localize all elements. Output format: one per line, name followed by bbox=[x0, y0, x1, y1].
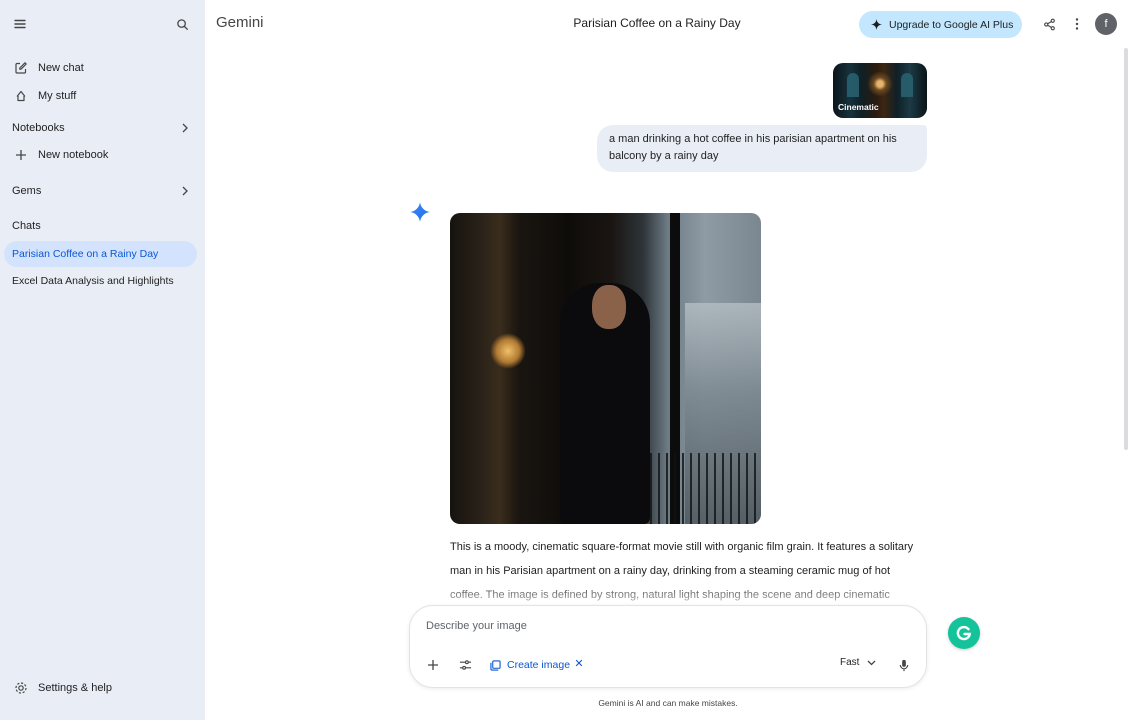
prompt-input[interactable] bbox=[426, 620, 906, 632]
user-prompt-bubble: a man drinking a hot coffee in his paris… bbox=[597, 125, 927, 172]
scrollbar-thumb[interactable] bbox=[1124, 48, 1128, 450]
chat-item-parisian-coffee[interactable]: Parisian Coffee on a Rainy Day bbox=[4, 241, 197, 267]
scrollbar[interactable] bbox=[1122, 46, 1130, 720]
prompt-box: Create image ✕ Fast bbox=[409, 605, 927, 688]
gemini-spark-icon bbox=[410, 202, 430, 227]
close-icon[interactable]: ✕ bbox=[573, 657, 585, 670]
my-stuff-label: My stuff bbox=[38, 89, 77, 102]
image-art bbox=[592, 285, 626, 329]
edit-icon bbox=[13, 60, 29, 76]
add-icon[interactable] bbox=[419, 651, 447, 679]
image-icon bbox=[490, 659, 501, 671]
settings-help-button[interactable]: Settings & help bbox=[4, 674, 196, 701]
chevron-right-icon[interactable] bbox=[178, 184, 192, 198]
response-fade bbox=[440, 580, 930, 606]
tools-icon[interactable] bbox=[451, 651, 479, 679]
plus-icon bbox=[13, 147, 29, 163]
new-chat-label: New chat bbox=[38, 61, 84, 74]
style-thumbnail-label: Cinematic bbox=[838, 102, 879, 112]
gemini-brand[interactable]: Gemini bbox=[216, 14, 264, 31]
chevron-right-icon[interactable] bbox=[178, 121, 192, 135]
stuff-icon bbox=[13, 88, 29, 104]
generated-image[interactable] bbox=[450, 213, 761, 524]
upgrade-label: Upgrade to Google AI Plus bbox=[889, 18, 1014, 31]
create-image-label: Create image bbox=[507, 659, 571, 671]
sidebar: New chat My stuff Notebooks New notebook… bbox=[0, 0, 205, 720]
settings-help-label: Settings & help bbox=[38, 681, 112, 694]
upgrade-button[interactable]: Upgrade to Google AI Plus bbox=[859, 11, 1022, 38]
share-icon[interactable] bbox=[1035, 10, 1063, 38]
create-image-chip[interactable]: Create image bbox=[490, 656, 570, 674]
image-art bbox=[490, 333, 526, 369]
new-chat-button[interactable]: New chat bbox=[4, 54, 196, 81]
avatar[interactable]: f bbox=[1095, 13, 1117, 35]
mode-selector[interactable]: Fast bbox=[840, 657, 876, 668]
chevron-down-icon bbox=[867, 660, 876, 666]
mode-label: Fast bbox=[840, 657, 860, 668]
chat-item-excel-analysis[interactable]: Excel Data Analysis and Highlights bbox=[4, 268, 197, 294]
menu-icon[interactable] bbox=[6, 10, 34, 38]
sparkle-icon bbox=[871, 19, 882, 30]
new-notebook-label: New notebook bbox=[38, 148, 109, 161]
disclaimer: Gemini is AI and can make mistakes. bbox=[598, 698, 738, 708]
gear-icon bbox=[13, 680, 29, 696]
sidebar-top bbox=[0, 0, 205, 46]
new-notebook-button[interactable]: New notebook bbox=[4, 141, 196, 168]
chat-title: Parisian Coffee on a Rainy Day bbox=[573, 16, 741, 30]
grammarly-icon[interactable] bbox=[948, 617, 980, 649]
notebooks-heading[interactable]: Notebooks bbox=[12, 122, 65, 134]
more-vert-icon[interactable] bbox=[1063, 10, 1091, 38]
thumbnail-art bbox=[847, 73, 859, 97]
search-icon[interactable] bbox=[168, 10, 196, 38]
style-thumbnail[interactable]: Cinematic bbox=[833, 63, 927, 118]
image-art bbox=[650, 453, 761, 524]
my-stuff-button[interactable]: My stuff bbox=[4, 82, 196, 109]
mic-icon[interactable] bbox=[890, 651, 918, 679]
gems-heading[interactable]: Gems bbox=[12, 185, 41, 197]
thumbnail-art bbox=[901, 73, 913, 97]
chats-heading: Chats bbox=[12, 220, 41, 232]
